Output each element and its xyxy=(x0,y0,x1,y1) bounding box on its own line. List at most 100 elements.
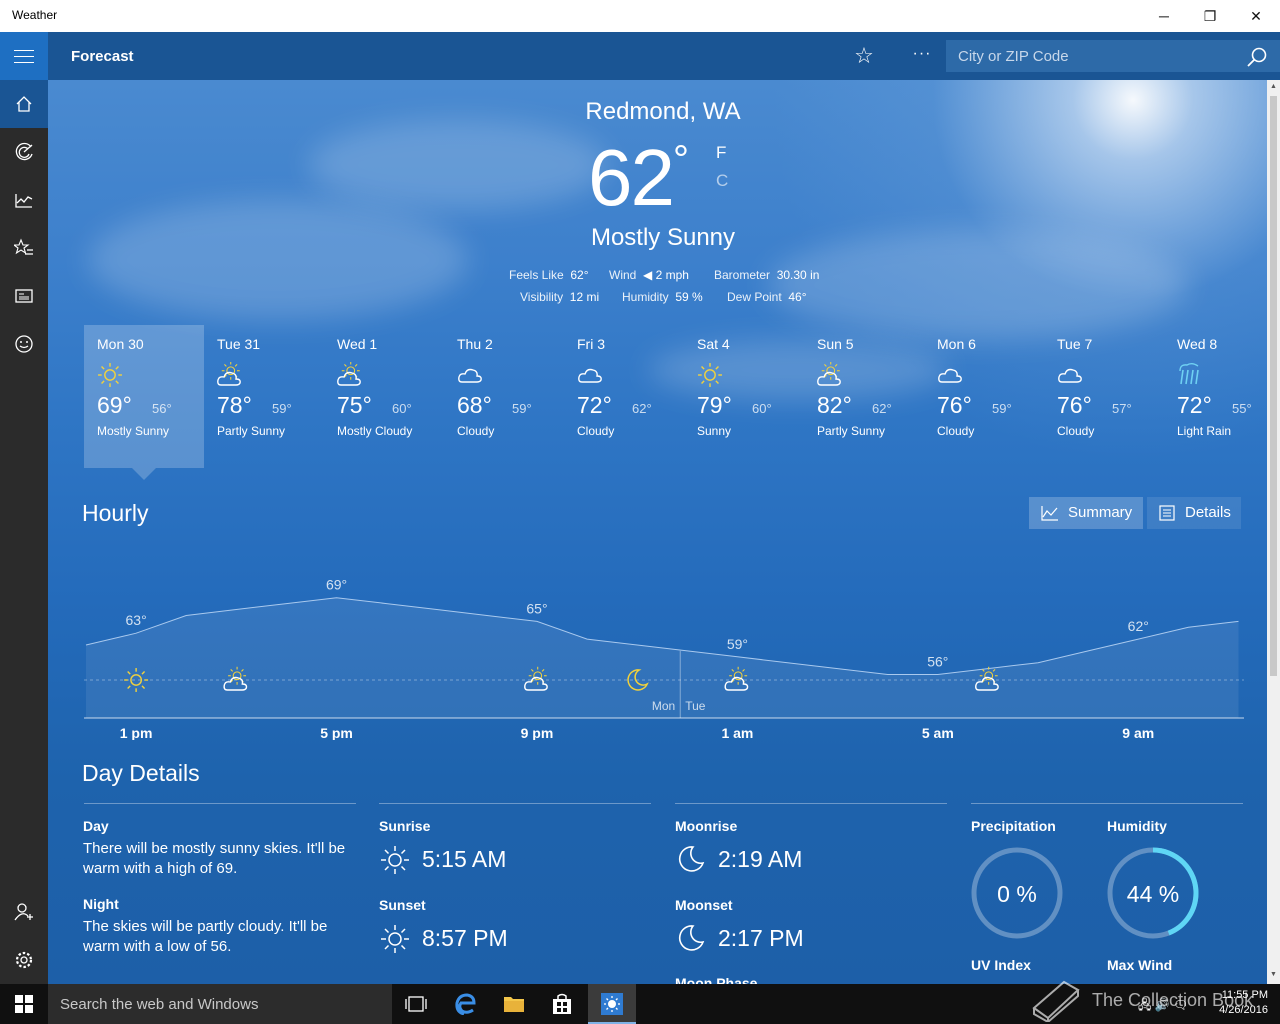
sunset-label: Sunset xyxy=(379,897,426,913)
day-name: Sat 4 xyxy=(697,336,730,352)
day-low-temp: 57° xyxy=(1112,401,1132,416)
search-input[interactable] xyxy=(946,40,1236,72)
partly-sunny-icon xyxy=(217,362,241,386)
daily-forecast-card[interactable]: Sun 5 82° 62° Partly Sunny xyxy=(804,325,924,468)
hourly-temp-label: 59° xyxy=(727,636,748,652)
vertical-scrollbar[interactable]: ▲ ▼ xyxy=(1267,80,1280,984)
smiley-icon xyxy=(15,335,33,353)
cloudy-icon xyxy=(578,368,602,383)
rain-icon xyxy=(1179,363,1199,385)
precipitation-value: 0 % xyxy=(997,881,1037,907)
moonset-time: 2:17 PM xyxy=(718,925,804,951)
day-high-temp: 76° xyxy=(937,392,972,418)
hourly-time-tick: 1 pm xyxy=(120,725,153,740)
details-label: Details xyxy=(1185,504,1231,521)
day-low-temp: 59° xyxy=(992,401,1012,416)
day-name: Mon 30 xyxy=(97,336,144,352)
nav-settings[interactable] xyxy=(0,936,48,984)
daily-forecast-card[interactable]: Fri 3 72° 62° Cloudy xyxy=(564,325,684,468)
side-navigation xyxy=(0,80,48,984)
moonrise-icon xyxy=(678,846,705,872)
hourly-temp-label: 63° xyxy=(126,612,147,628)
task-view-button[interactable] xyxy=(392,984,440,1024)
nav-places[interactable] xyxy=(0,224,48,272)
moonrise-label: Moonrise xyxy=(675,818,738,834)
max-wind-label: Max Wind xyxy=(1107,957,1173,973)
file-explorer-button[interactable] xyxy=(490,984,538,1024)
daily-forecast-card[interactable]: Wed 8 72° 55° Light Rain xyxy=(1164,325,1267,468)
daily-forecast-card[interactable]: Mon 30 69° 56° Mostly Sunny xyxy=(84,325,204,468)
day-condition: Cloudy xyxy=(937,424,975,438)
unit-fahrenheit-toggle[interactable]: F xyxy=(716,143,726,163)
day-condition: Cloudy xyxy=(1057,424,1095,438)
day-name: Tue 31 xyxy=(217,336,261,352)
maximize-button[interactable]: ❐ xyxy=(1187,0,1233,32)
humidity-detail-value: 44 % xyxy=(1126,881,1180,907)
scrollbar-thumb[interactable] xyxy=(1270,96,1277,676)
page-title: Forecast xyxy=(71,48,134,65)
hourly-temp-label: 65° xyxy=(526,600,547,616)
humidity-stat: Humidity 59 % xyxy=(622,290,703,304)
hourly-title: Hourly xyxy=(82,500,149,526)
add-user-icon xyxy=(14,903,33,921)
close-button[interactable]: ✕ xyxy=(1233,0,1279,32)
nav-forecast[interactable] xyxy=(0,80,48,128)
cloudy-icon xyxy=(458,368,482,383)
daily-forecast-card[interactable]: Tue 31 78° 59° Partly Sunny xyxy=(204,325,324,468)
more-options-button[interactable]: ··· xyxy=(910,44,934,68)
book-logo-icon xyxy=(1032,980,1080,1022)
favorite-star-icon[interactable]: ☆ xyxy=(852,44,876,68)
minimize-button[interactable]: ─ xyxy=(1141,0,1187,32)
day-low-temp: 60° xyxy=(752,401,772,416)
daily-forecast-card[interactable]: Wed 1 75° 60° Mostly Cloudy xyxy=(324,325,444,468)
barometer-value: 30.30 in xyxy=(776,268,820,282)
start-button[interactable] xyxy=(0,984,48,1024)
day-description: There will be mostly sunny skies. It'll … xyxy=(83,840,346,877)
edge-taskbar-button[interactable] xyxy=(442,984,490,1024)
partly-sunny-icon xyxy=(223,666,248,691)
search-icon[interactable] xyxy=(1246,46,1268,68)
feels-like-value: 62° xyxy=(570,268,589,282)
taskbar-search[interactable]: Search the web and Windows xyxy=(48,984,392,1024)
dew-point-value: 46° xyxy=(788,290,807,304)
day-name: Wed 1 xyxy=(337,336,378,352)
window-titlebar: Weather ─ ❐ ✕ xyxy=(0,0,1280,32)
moon-phase-label: Moon Phase xyxy=(675,975,758,984)
current-temperature: 62° xyxy=(588,132,689,224)
nav-feedback[interactable] xyxy=(0,320,48,368)
day-condition: Mostly Cloudy xyxy=(337,424,413,438)
day-high-temp: 68° xyxy=(457,392,492,418)
daily-forecast-card[interactable]: Tue 7 76° 57° Cloudy xyxy=(1044,325,1164,468)
hamburger-menu-button[interactable] xyxy=(0,32,48,80)
day-low-temp: 62° xyxy=(632,401,652,416)
summary-toggle-button[interactable]: Summary xyxy=(1029,497,1143,529)
window-title: Weather xyxy=(12,8,58,22)
day-low-temp: 55° xyxy=(1232,401,1252,416)
location-name: Redmond, WA xyxy=(585,98,741,125)
daily-forecast-card[interactable]: Mon 6 76° 59° Cloudy xyxy=(924,325,1044,468)
nav-news[interactable] xyxy=(0,272,48,320)
line-chart-icon xyxy=(1041,506,1058,521)
partly-sunny-icon xyxy=(337,362,361,386)
news-icon xyxy=(15,289,33,303)
nav-historical-weather[interactable] xyxy=(0,176,48,224)
daily-forecast-card[interactable]: Thu 2 68° 59° Cloudy xyxy=(444,325,564,468)
daily-forecast-card[interactable]: Sat 4 79° 60° Sunny xyxy=(684,325,804,468)
night-description: The skies will be partly cloudy. It'll b… xyxy=(83,918,328,955)
weather-taskbar-button[interactable] xyxy=(588,984,636,1024)
store-button[interactable] xyxy=(538,984,586,1024)
nav-account[interactable] xyxy=(0,888,48,936)
humidity-detail-label: Humidity xyxy=(1107,818,1167,834)
unit-celsius-toggle[interactable]: C xyxy=(716,171,728,191)
feels-like-label: Feels Like xyxy=(509,268,564,282)
details-toggle-button[interactable]: Details xyxy=(1147,497,1241,529)
temperature-value: 62 xyxy=(588,133,675,222)
hourly-time-tick: 9 am xyxy=(1122,725,1154,740)
day-high-temp: 78° xyxy=(217,392,252,418)
day-high-temp: 76° xyxy=(1057,392,1092,418)
sunset-time: 8:57 PM xyxy=(422,925,508,951)
summary-label: Summary xyxy=(1068,504,1133,521)
uv-index-label: UV Index xyxy=(971,957,1031,973)
nav-maps[interactable] xyxy=(0,128,48,176)
day-high-temp: 69° xyxy=(97,392,132,418)
